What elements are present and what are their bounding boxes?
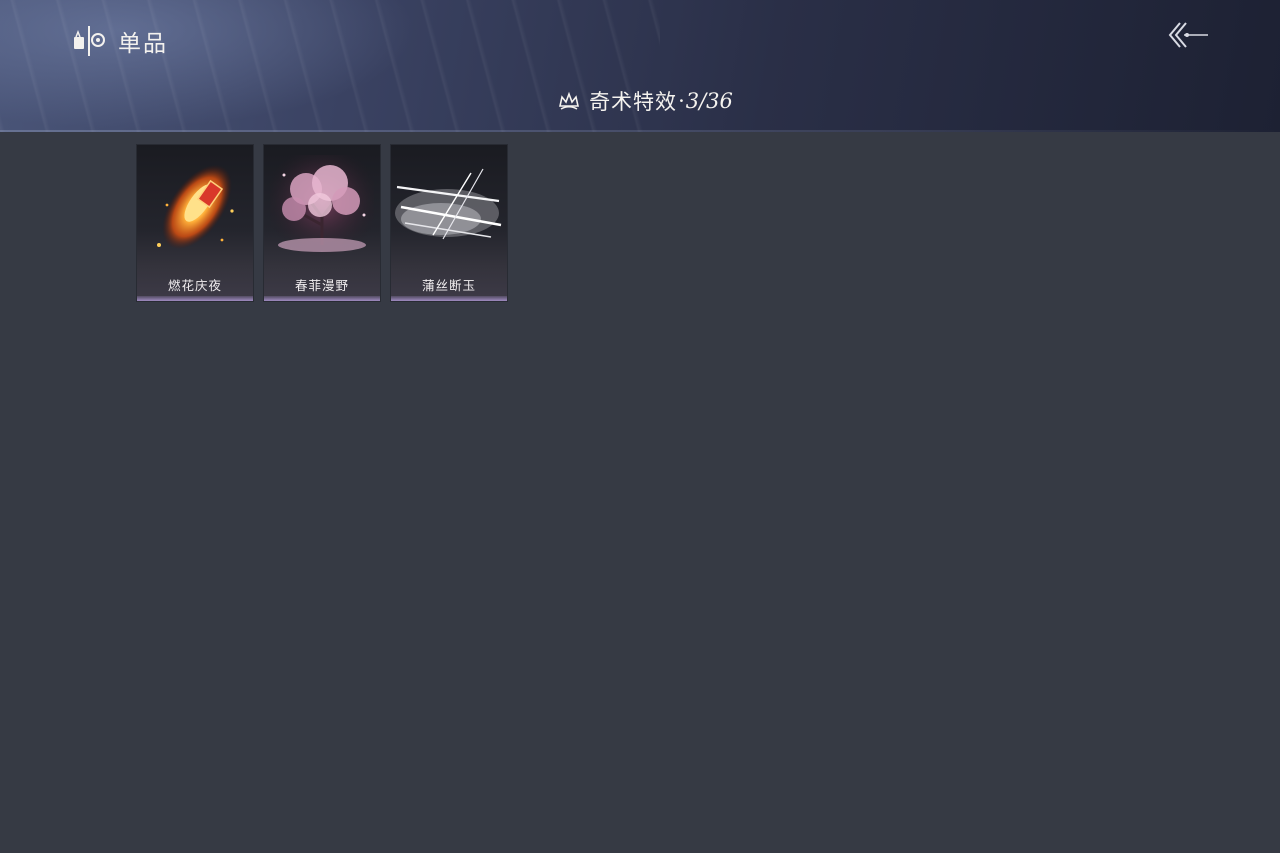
item-card[interactable]: 春菲漫野 (264, 145, 380, 301)
category-name: 奇术特效 (589, 90, 678, 114)
category-heading: 奇术特效 · 3/36 (0, 84, 1280, 118)
item-card-label: 蒲丝断玉 (421, 278, 476, 293)
firework-effect-art (157, 164, 234, 250)
item-card[interactable]: 燃花庆夜 (137, 145, 253, 301)
item-card-rarity-bar (137, 296, 253, 301)
item-grid: 燃花庆夜 春菲漫野 蒲丝断玉 (137, 145, 518, 301)
breadcrumb: 单品 (72, 24, 168, 58)
item-card-rarity-bar (391, 296, 507, 301)
item-card[interactable]: 蒲丝断玉 (391, 145, 507, 301)
crown-icon (559, 91, 580, 110)
back-button[interactable] (1164, 18, 1212, 52)
back-arrow-icon (1168, 22, 1208, 48)
category-separator: · (678, 89, 685, 113)
category-count: 3/36 (685, 89, 733, 113)
item-icon (74, 26, 105, 56)
silver-slash-effect-art (395, 168, 502, 240)
cherry-blossom-effect-art (270, 155, 374, 257)
item-card-label: 燃花庆夜 (167, 278, 222, 293)
breadcrumb-title: 单品 (118, 31, 168, 57)
header-divider (0, 130, 1280, 132)
item-card-label: 春菲漫野 (294, 278, 349, 293)
item-card-rarity-bar (264, 296, 380, 301)
